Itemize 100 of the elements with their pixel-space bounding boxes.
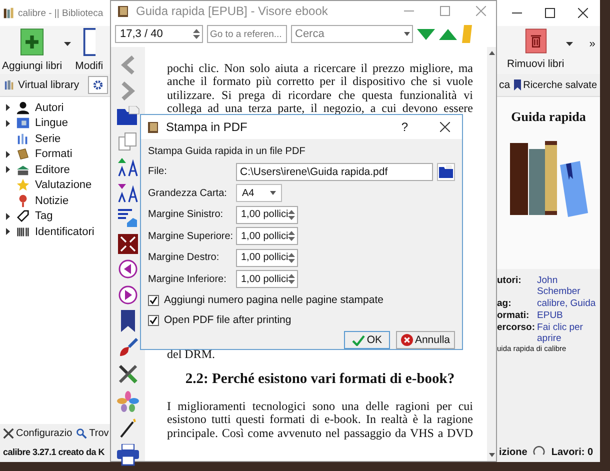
margin-spinbox[interactable]: 1,00 pollici [236, 248, 298, 267]
next-icon[interactable] [118, 284, 138, 304]
spin-arrows-icon[interactable] [288, 208, 296, 221]
maximize-icon[interactable] [545, 8, 555, 18]
close-icon[interactable] [440, 122, 450, 132]
tree-item[interactable]: Autori [35, 102, 64, 114]
dialog-button[interactable]: Annulla [396, 331, 455, 349]
tree-item[interactable]: Formati [35, 148, 72, 160]
book-text-line: collega ad una terza parte, il negozio, a cui devono essere [167, 102, 473, 116]
down-arrow-icon[interactable] [417, 28, 435, 40]
margin-spinbox[interactable]: 1,00 pollici [236, 206, 298, 224]
more-button[interactable]: » [589, 38, 596, 50]
dialog-button[interactable]: OK [344, 331, 390, 349]
books-icon [3, 7, 15, 19]
margin-spinbox[interactable]: 1,00 pollici [236, 270, 298, 288]
bottom-button[interactable]: Configurazio [2, 426, 74, 440]
reference-field[interactable]: Go to a referen... [207, 25, 287, 43]
field-link[interactable]: EPUB [537, 310, 600, 321]
scroll-up-icon[interactable] [488, 51, 494, 55]
tree-item[interactable]: Lingue [35, 117, 68, 130]
bookmark-icon [514, 79, 522, 91]
language-icon [16, 116, 30, 130]
printer-icon[interactable] [116, 444, 140, 466]
spin-arrows-icon[interactable] [288, 230, 296, 242]
spin-arrows-icon[interactable] [288, 273, 296, 286]
help-button[interactable]: ? [401, 120, 408, 134]
wand-icon[interactable] [119, 418, 137, 438]
font-smaller-icon[interactable] [117, 182, 139, 202]
brush-icon[interactable] [118, 338, 138, 358]
close-icon[interactable] [578, 8, 588, 18]
tools-icon[interactable] [117, 363, 139, 385]
caret-icon[interactable] [64, 42, 72, 46]
fullscreen-icon[interactable] [118, 234, 138, 254]
font-larger-icon[interactable] [117, 157, 139, 177]
book-text-line: I miglioramenti tecnologici sono una delle ragioni per cui [167, 400, 473, 414]
star-icon [16, 178, 30, 192]
bookmark-icon[interactable] [121, 310, 135, 332]
field-label: File: [148, 166, 168, 178]
jobs-counter[interactable]: Lavori: 0 [551, 446, 594, 458]
checkbox[interactable] [148, 294, 159, 306]
page-spinbox[interactable]: 17,3 / 40 [115, 25, 203, 43]
saved-searches-button[interactable]: Ricerche salvate [514, 79, 598, 91]
field-label: Margine Sinistro: [148, 209, 224, 220]
book-text-line: pochi clic. Non solo aiuta a ricercare il prezzo migliore, ma [167, 62, 473, 76]
tree-item[interactable]: Valutazione [35, 179, 92, 192]
checkbox-label: Open PDF file after printing [164, 314, 292, 326]
toolbar-button[interactable]: Aggiungi libri [0, 28, 64, 72]
expand-arrow-icon[interactable] [6, 120, 10, 127]
window-title: calibre - || Biblioteca [18, 8, 104, 18]
expand-arrow-icon[interactable] [6, 150, 10, 158]
field-label: Margine Destro: [148, 252, 220, 264]
spin-arrows-icon[interactable] [288, 252, 296, 264]
status-text: calibre 3.27.1 creato da K [3, 447, 105, 457]
bottom-button[interactable]: Trov [75, 426, 110, 440]
book-text-line: principale. Così come avvenuto nel passaggio da VHS a DVD [167, 426, 473, 440]
previous-icon[interactable] [118, 259, 138, 279]
gear-icon [93, 80, 104, 90]
cancel-icon [400, 334, 413, 346]
tag-icon [16, 209, 30, 224]
checkbox[interactable] [148, 314, 159, 326]
tree-item[interactable]: Notizie [35, 194, 69, 207]
paper-size-dropdown[interactable]: A4 [236, 184, 282, 202]
plus-book-icon [20, 28, 44, 56]
browse-button[interactable] [437, 162, 455, 181]
tree-item[interactable]: Serie [35, 132, 61, 145]
field-link[interactable]: calibre, Guida [537, 298, 600, 309]
expand-arrow-icon[interactable] [6, 166, 10, 174]
up-arrow-icon[interactable] [439, 28, 457, 40]
reflow-icon[interactable] [117, 208, 139, 228]
book-text-line: utilizzare. Si prega di ricordare che questa funzionalità vi [167, 88, 473, 102]
virtual-library-button[interactable]: Virtual library [2, 78, 82, 92]
search-icon [76, 428, 88, 438]
dialog-heading: Stampa Guida rapida in un file PDF [148, 145, 306, 159]
field-link[interactable]: Fai clic per aprire [537, 322, 600, 344]
settings-button[interactable] [88, 76, 108, 94]
margin-spinbox[interactable]: 1,00 pollici [236, 227, 298, 246]
window-title: Guida rapida [EPUB] - Visore ebook [136, 4, 328, 18]
expand-arrow-icon[interactable] [6, 212, 10, 220]
book-text-line: esistono tutti questi formati di e-book. In realtà è la ragione [167, 413, 473, 427]
tree-item[interactable]: Identificatori [35, 226, 94, 238]
expand-arrow-icon[interactable] [6, 228, 10, 236]
book-text-line: anche il formato più corretto per il dispositivo che si vuole [167, 75, 473, 89]
tree-item[interactable]: Editore [35, 164, 70, 176]
caret-icon[interactable] [566, 42, 574, 46]
search-label: ca [499, 79, 510, 91]
file-path-field[interactable]: C:\Users\irene\Guida rapida.pdf [236, 162, 434, 181]
field-label: Grandezza Carta: [148, 188, 228, 199]
chapter-heading: 2.2: Perché esistono vari formati di e-book? [184, 371, 456, 388]
expand-arrow-icon[interactable] [6, 104, 10, 112]
book-text-line: del DRM. [167, 347, 216, 362]
flower-icon[interactable] [117, 390, 139, 412]
toolbar-button[interactable]: Modifi [73, 28, 106, 72]
copy-icon[interactable] [118, 132, 138, 152]
tree-item[interactable]: Tag [35, 210, 53, 222]
spin-arrows-icon[interactable] [193, 28, 200, 40]
spinner-icon [533, 446, 546, 458]
field-label: ercorso: [497, 322, 536, 333]
folder-icon[interactable] [116, 106, 140, 126]
remove-books-button[interactable]: Rimuovi libri [505, 28, 566, 70]
scroll-down-icon[interactable] [488, 453, 494, 457]
